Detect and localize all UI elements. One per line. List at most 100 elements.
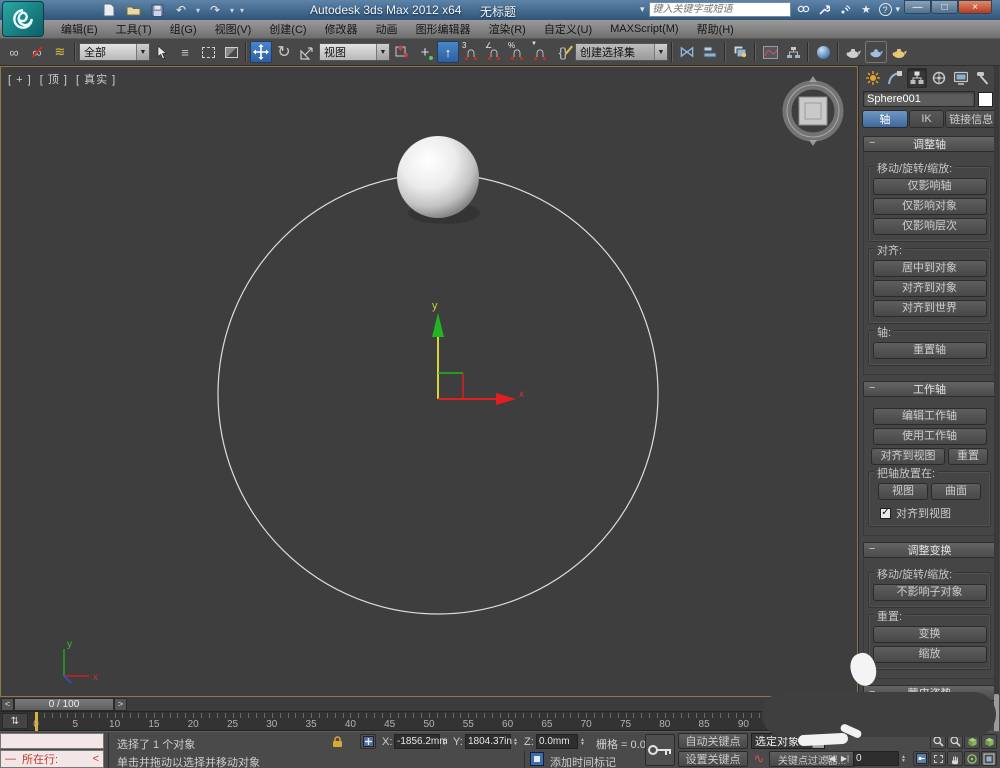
unlink-selection-icon[interactable]: ∞: [26, 41, 48, 63]
zoom-all-icon[interactable]: [947, 734, 963, 749]
menu-modifiers[interactable]: 修改器: [316, 20, 367, 38]
open-file-icon[interactable]: [124, 2, 142, 18]
key-filters-curve-icon[interactable]: ∿: [751, 751, 767, 766]
viewport-shading-menu[interactable]: [ 真实 ]: [76, 74, 116, 86]
rollout-header[interactable]: − 蒙皮姿势: [863, 685, 996, 701]
schematic-view-icon[interactable]: [782, 41, 804, 63]
subtab-pivot[interactable]: 轴: [862, 110, 908, 128]
selected-filter-dropdown[interactable]: 选定对象 ▼: [751, 733, 825, 749]
mirror-icon[interactable]: ⋈: [676, 41, 698, 63]
search-input[interactable]: [649, 2, 791, 17]
menu-graph-editors[interactable]: 图形编辑器: [407, 20, 480, 38]
percent-snap-toggle-icon[interactable]: %∩: [506, 41, 528, 63]
maximize-button[interactable]: □: [931, 0, 958, 14]
add-time-tag-label[interactable]: 添加时间标记: [550, 754, 616, 768]
tab-display-icon[interactable]: [951, 68, 971, 88]
listener-scroll-icon[interactable]: <: [93, 753, 99, 765]
viewcube[interactable]: [787, 76, 839, 146]
minimize-button[interactable]: —: [904, 0, 931, 14]
snaps-toggle-icon[interactable]: 3∩: [460, 41, 482, 63]
select-and-move-icon[interactable]: [250, 41, 272, 63]
zoom-extents-all-icon[interactable]: [981, 734, 997, 749]
place-view-button[interactable]: 视图: [878, 483, 928, 500]
z-coordinate-field[interactable]: 0.0mm: [536, 734, 578, 749]
select-and-scale-icon[interactable]: [296, 41, 318, 63]
reset-scale-button[interactable]: 缩放: [873, 646, 987, 663]
x-coordinate-field[interactable]: -1856.2mm: [394, 734, 440, 749]
select-and-link-icon[interactable]: ∞: [3, 41, 25, 63]
align-to-view-checkbox[interactable]: ✓ 对齐到视图: [880, 505, 985, 521]
checkbox-box-unchecked[interactable]: ✓: [875, 717, 886, 728]
sphere-object[interactable]: [397, 136, 479, 218]
menu-rendering[interactable]: 渲染(R): [480, 20, 535, 38]
rollout-header[interactable]: − 调整轴: [863, 136, 996, 152]
affect-hierarchy-only-button[interactable]: 仅影响层次: [873, 218, 987, 235]
subscription-wrench-icon[interactable]: [816, 2, 833, 17]
menu-views[interactable]: 视图(V): [206, 20, 261, 38]
move-gizmo[interactable]: y x: [432, 300, 524, 405]
dropdown-arrow-icon[interactable]: ▼: [654, 44, 667, 60]
bind-to-space-warp-icon[interactable]: ≋: [49, 41, 71, 63]
absolute-mode-transform-icon[interactable]: [360, 734, 376, 749]
help-icon[interactable]: ?: [879, 3, 892, 16]
layer-manager-icon[interactable]: [729, 41, 751, 63]
menu-help[interactable]: 帮助(H): [688, 20, 743, 38]
track-bar[interactable]: ⇅ 05101520253035404550556065707580859095…: [0, 712, 858, 731]
new-scene-icon[interactable]: [100, 2, 118, 18]
go-to-start-icon[interactable]: |◀: [824, 751, 838, 766]
center-to-object-button[interactable]: 居中到对象: [873, 260, 987, 277]
rollout-header[interactable]: − 工作轴: [863, 381, 996, 397]
redo-dropdown-icon[interactable]: ▾: [230, 6, 234, 15]
trackbar-ruler[interactable]: 0510152025303540455055606570758085909510…: [30, 712, 858, 731]
edit-working-pivot-button[interactable]: 编辑工作轴: [873, 408, 987, 425]
zoom-icon[interactable]: [930, 734, 946, 749]
time-slider[interactable]: < 0 / 100 >: [0, 697, 858, 712]
viewport-canvas[interactable]: y x y x: [1, 67, 857, 696]
maximize-viewport-toggle-icon[interactable]: [981, 751, 997, 766]
use-working-pivot-button[interactable]: 使用工作轴: [873, 428, 987, 445]
use-pivot-point-center-icon[interactable]: [391, 41, 413, 63]
material-editor-icon[interactable]: [812, 41, 834, 63]
frame-spinner[interactable]: ▲▼: [899, 751, 908, 766]
tab-create-icon[interactable]: [863, 68, 883, 88]
selection-region-icon[interactable]: [197, 41, 219, 63]
align-to-view-button[interactable]: 对齐到视图: [871, 448, 945, 465]
search-expand-icon[interactable]: ▾: [640, 4, 645, 15]
time-slider-value[interactable]: 0 / 100: [14, 698, 114, 711]
zoom-region-icon[interactable]: [930, 751, 946, 766]
place-surface-button[interactable]: 曲面: [931, 483, 981, 500]
collapse-icon[interactable]: −: [869, 686, 875, 698]
communication-center-icon[interactable]: [837, 2, 854, 17]
curve-editor-icon[interactable]: [759, 41, 781, 63]
edit-named-selection-sets-icon[interactable]: {}: [552, 41, 574, 63]
menu-group[interactable]: 组(G): [161, 20, 206, 38]
dropdown-arrow-icon[interactable]: ▼: [136, 44, 149, 60]
z-spinner[interactable]: ▲▼: [578, 734, 587, 749]
checkbox-box-checked[interactable]: ✓: [880, 508, 891, 519]
subtab-link-info[interactable]: 链接信息: [945, 110, 997, 128]
reset-transform-button[interactable]: 变换: [873, 626, 987, 643]
save-file-icon[interactable]: [148, 2, 166, 18]
selection-lock-icon[interactable]: [330, 734, 345, 749]
window-crossing-icon[interactable]: [220, 41, 242, 63]
dropdown-arrow-icon[interactable]: ▼: [812, 734, 824, 748]
render-production-icon[interactable]: [888, 41, 910, 63]
object-color-swatch[interactable]: [978, 92, 993, 107]
reset-pivot-button[interactable]: 重置轴: [873, 342, 987, 359]
spinner-snap-toggle-icon[interactable]: ▼∩: [529, 41, 551, 63]
object-name-field[interactable]: [863, 91, 975, 107]
align-to-world-button[interactable]: 对齐到世界: [873, 300, 987, 317]
reset-working-pivot-button[interactable]: 重置: [948, 448, 988, 465]
time-slider-handle[interactable]: < 0 / 100 >: [1, 698, 127, 711]
x-spinner[interactable]: ▲▼: [440, 734, 449, 749]
collapse-icon[interactable]: −: [869, 137, 875, 149]
search-icon[interactable]: [795, 2, 812, 17]
render-setup-icon[interactable]: [842, 41, 864, 63]
y-spinner[interactable]: ▲▼: [511, 734, 520, 749]
affect-object-only-button[interactable]: 仅影响对象: [873, 198, 987, 215]
affect-pivot-only-button[interactable]: 仅影响轴: [873, 178, 987, 195]
select-and-manipulate-icon[interactable]: +: [414, 41, 436, 63]
set-key-button[interactable]: 设置关键点: [678, 751, 748, 767]
maxscript-mini-listener[interactable]: [0, 733, 104, 749]
dont-affect-children-button[interactable]: 不影响子对象: [873, 584, 987, 601]
